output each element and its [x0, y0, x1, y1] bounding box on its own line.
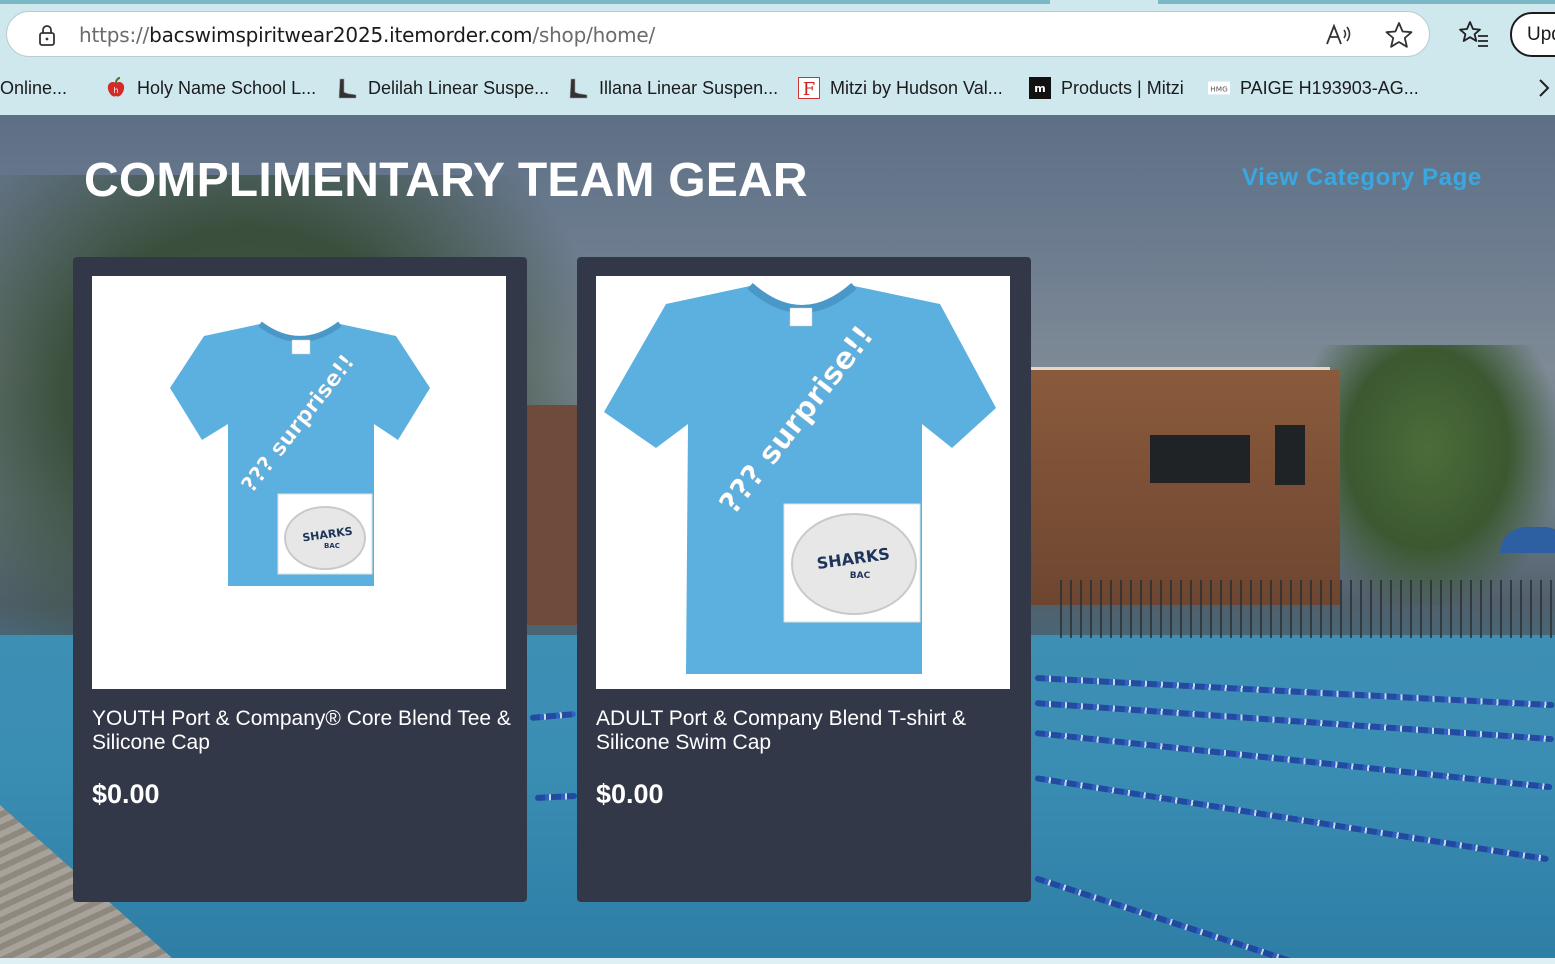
bookmark-label: Mitzi by Hudson Val...	[830, 77, 1003, 98]
tshirt-illustration: ??? surprise!! SHARKS BAC	[604, 282, 996, 674]
url-path: /shop/home/	[532, 23, 656, 47]
apple-icon: h	[107, 77, 125, 97]
product-card[interactable]: ??? surprise!! SHARKS BAC ADULT Port & C…	[577, 257, 1031, 902]
bookmark-item[interactable]: F Mitzi by Hudson Val...	[798, 70, 1003, 106]
bookmark-item[interactable]: Online...	[0, 70, 67, 106]
view-category-link[interactable]: View Category Page	[1242, 164, 1482, 192]
mitzi-m-icon: m	[1029, 77, 1051, 99]
favorite-star-icon[interactable]	[1384, 21, 1414, 49]
browser-chrome: https://bacswimspiritwear2025.itemorder.…	[0, 0, 1555, 115]
product-name[interactable]: YOUTH Port & Company® Core Blend Tee & S…	[92, 707, 512, 755]
bookmark-label: Online...	[0, 77, 68, 98]
bookmark-label: Products | Mitzi	[1061, 77, 1184, 98]
bookmarks-bar: Online... h Holy Name School L... Delila…	[0, 70, 1555, 106]
tab-edge[interactable]	[1158, 0, 1555, 4]
url-domain: bacswimspiritwear2025.itemorder.com	[149, 23, 533, 47]
svg-text:HMG: HMG	[1210, 85, 1228, 94]
boot-icon	[569, 78, 588, 99]
bookmark-item[interactable]: HMG PAIGE H193903-AG...	[1208, 70, 1419, 106]
favorites-icon[interactable]	[1458, 20, 1490, 50]
product-card[interactable]: ??? surprise!! SHARKS BAC YOUTH Port & C…	[73, 257, 527, 902]
letter-f-icon: F	[798, 77, 820, 99]
chevron-right-icon[interactable]	[1536, 77, 1552, 99]
address-bar[interactable]: https://bacswimspiritwear2025.itemorder.…	[6, 11, 1430, 57]
product-name[interactable]: ADULT Port & Company Blend T-shirt & Sil…	[596, 707, 1016, 755]
cap-logo-subtext: BAC	[324, 542, 340, 550]
section-title: COMPLIMENTARY TEAM GEAR	[84, 154, 808, 207]
cap-logo-subtext: BAC	[850, 571, 871, 581]
product-price: $0.00	[596, 779, 664, 809]
background-window	[1275, 425, 1305, 485]
bookmark-item[interactable]: m Products | Mitzi	[1029, 70, 1184, 106]
background-window	[1150, 435, 1250, 483]
tshirt-illustration: ??? surprise!! SHARKS BAC	[170, 321, 430, 586]
boot-icon	[338, 78, 357, 99]
bookmark-item[interactable]: Illana Linear Suspen...	[567, 70, 778, 106]
tab-strip	[0, 0, 1555, 4]
url-scheme: https://	[79, 23, 150, 47]
read-aloud-icon[interactable]	[1325, 22, 1353, 48]
url-text[interactable]: https://bacswimspiritwear2025.itemorder.…	[79, 23, 655, 47]
bookmark-item[interactable]: Delilah Linear Suspe...	[336, 70, 549, 106]
bookmark-label: Delilah Linear Suspe...	[368, 77, 550, 98]
hmg-icon: HMG	[1208, 81, 1230, 95]
background-building-left	[525, 405, 585, 625]
bottom-edge	[0, 958, 1555, 964]
active-tab-edge[interactable]	[0, 0, 1050, 4]
svg-text:h: h	[113, 86, 118, 95]
background-building	[1030, 370, 1340, 605]
bookmark-label: Illana Linear Suspen...	[599, 77, 779, 98]
update-button[interactable]: Upd	[1510, 12, 1555, 57]
bookmark-label: Holy Name School L...	[137, 77, 317, 98]
shop-page: COMPLIMENTARY TEAM GEAR View Category Pa…	[0, 115, 1555, 958]
svg-text:F: F	[803, 79, 816, 99]
background-fence	[1060, 580, 1555, 638]
bookmark-label: PAIGE H193903-AG...	[1240, 77, 1419, 98]
product-image[interactable]: ??? surprise!! SHARKS BAC	[596, 276, 1010, 689]
lock-icon[interactable]	[37, 24, 57, 46]
product-image[interactable]: ??? surprise!! SHARKS BAC	[92, 276, 506, 689]
bookmark-item[interactable]: h Holy Name School L...	[105, 70, 316, 106]
product-price: $0.00	[92, 779, 160, 809]
svg-text:m: m	[1034, 82, 1045, 95]
